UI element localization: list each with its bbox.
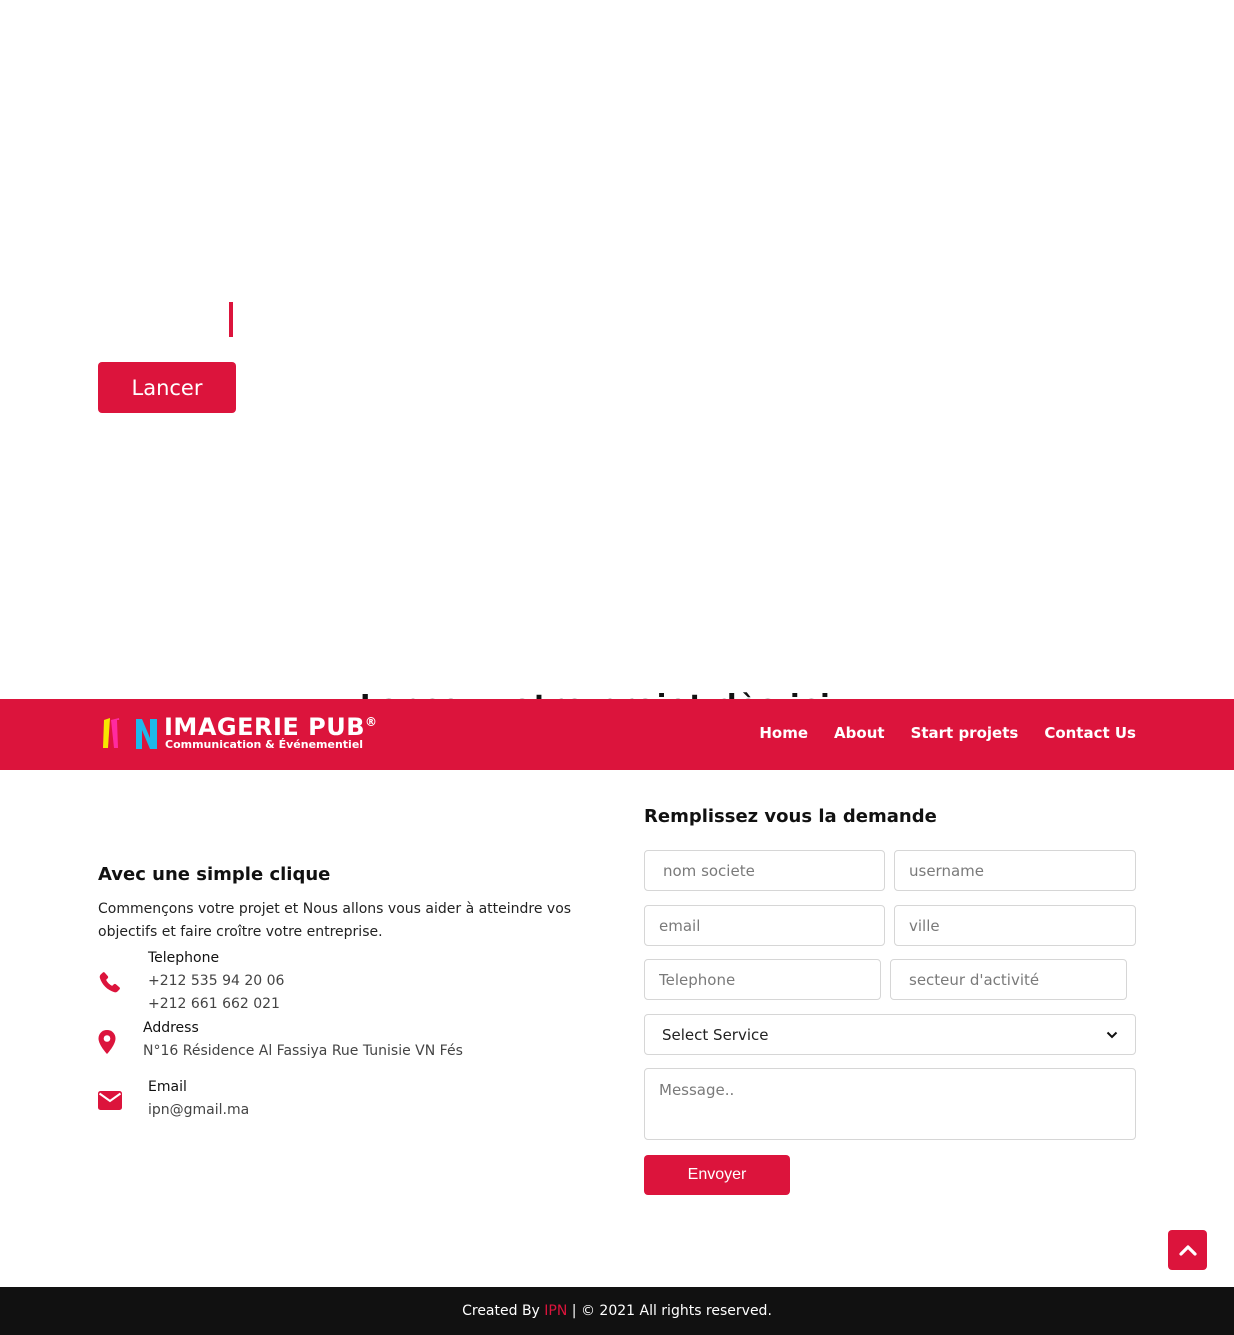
footer-brand-link[interactable]: IPN xyxy=(544,1303,567,1319)
username-input[interactable] xyxy=(894,850,1136,891)
scroll-to-top-button[interactable] xyxy=(1168,1230,1207,1270)
chevron-down-icon xyxy=(1106,1031,1118,1038)
email-label: Email xyxy=(148,1079,187,1095)
contact-title: Avec une simple clique xyxy=(98,864,331,885)
company-name-input[interactable] xyxy=(644,850,885,891)
sector-input[interactable] xyxy=(890,959,1127,1000)
message-textarea[interactable] xyxy=(644,1068,1136,1140)
address-value: N°16 Résidence Al Fassiya Rue Tunisie VN… xyxy=(143,1043,463,1059)
logo-subtitle: Communication & Événementiel xyxy=(165,738,364,751)
phone-number-2[interactable]: +212 661 662 021 xyxy=(148,996,280,1012)
launch-button[interactable]: Lancer xyxy=(98,362,236,413)
ipn-logo-mark-icon xyxy=(103,718,157,749)
chevron-up-icon xyxy=(1178,1245,1197,1256)
telephone-label: Telephone xyxy=(148,950,220,966)
navbar: IMAGERIE PUB® Communication & Événementi… xyxy=(0,699,1234,770)
nav-link-about[interactable]: About xyxy=(834,724,885,742)
service-select-value: Select Service xyxy=(662,1025,769,1044)
contact-description: Commençons votre projet et Nous allons v… xyxy=(98,901,572,940)
footer-copyright: Created By IPN | © 2021 All rights reser… xyxy=(462,1303,772,1319)
city-input[interactable] xyxy=(894,905,1136,946)
phone-icon xyxy=(99,972,120,993)
envelope-icon xyxy=(98,1091,122,1110)
logo-title: IMAGERIE PUB® xyxy=(164,713,378,741)
footer: Created By IPN | © 2021 All rights reser… xyxy=(0,1287,1234,1335)
nav-link-contact-us[interactable]: Contact Us xyxy=(1044,724,1136,742)
logo[interactable]: IMAGERIE PUB® Communication & Événementi… xyxy=(100,713,377,754)
address-label: Address xyxy=(143,1020,199,1036)
hero-heading-partial: Lancez votre projet dès ici xyxy=(360,690,832,699)
submit-button[interactable]: Envoyer xyxy=(644,1155,790,1195)
telephone-input[interactable] xyxy=(644,959,881,1000)
typing-cursor xyxy=(229,302,233,337)
email-input[interactable] xyxy=(644,905,885,946)
service-select[interactable]: Select Service xyxy=(644,1014,1136,1055)
email-value[interactable]: ipn@gmail.ma xyxy=(148,1102,249,1118)
phone-number-1[interactable]: +212 535 94 20 06 xyxy=(148,973,284,989)
nav-link-start-projets[interactable]: Start projets xyxy=(911,724,1019,742)
form-title: Remplissez vous la demande xyxy=(644,806,937,827)
nav-link-home[interactable]: Home xyxy=(759,724,808,742)
nav-links: Home About Start projets Contact Us xyxy=(759,724,1136,742)
map-marker-icon xyxy=(98,1030,116,1054)
